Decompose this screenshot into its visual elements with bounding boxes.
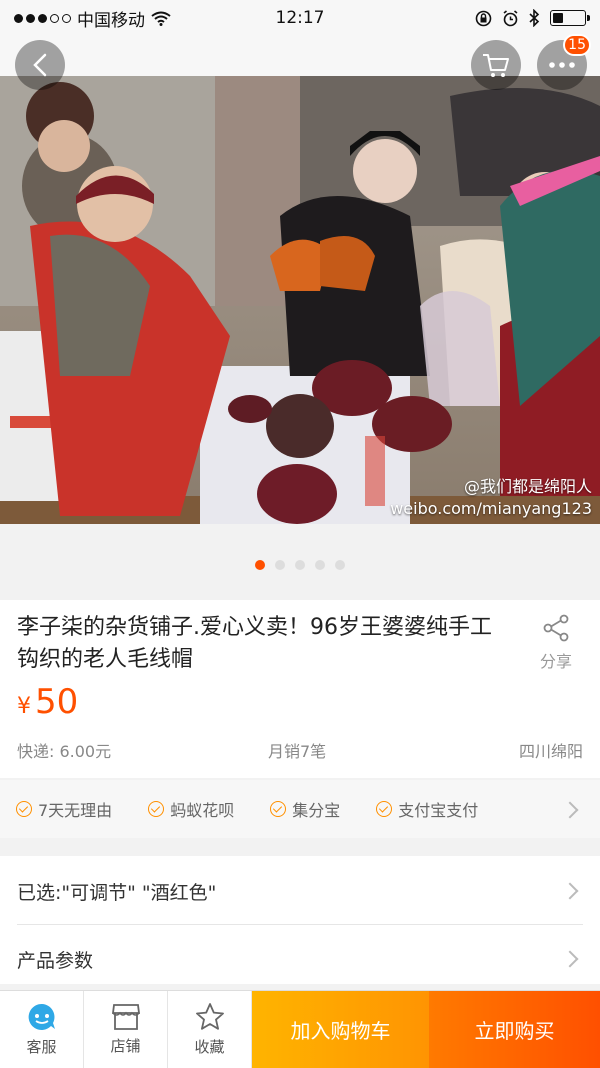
alarm-icon xyxy=(503,9,518,26)
carousel-dot xyxy=(335,560,345,570)
service-item: 7天无理由 xyxy=(16,797,112,821)
status-bar: 中国移动 12:17 xyxy=(0,0,600,36)
shop-icon xyxy=(111,1004,140,1030)
product-photo[interactable]: @我们都是绵阳人 weibo.com/mianyang123 xyxy=(0,76,600,524)
chevron-right-icon xyxy=(561,882,579,900)
carousel-dot xyxy=(275,560,285,570)
add-to-cart-button[interactable]: 加入购物车 xyxy=(252,991,429,1068)
service-item: 支付宝支付 xyxy=(376,797,478,821)
more-dots-icon xyxy=(549,62,575,68)
customer-service-label: 客服 xyxy=(26,1038,57,1056)
watermark-url: weibo.com/mianyang123 xyxy=(390,499,592,518)
customer-service-button[interactable]: 客服 xyxy=(0,991,84,1068)
check-circle-icon xyxy=(148,801,165,817)
service-guarantees[interactable]: 7天无理由 蚂蚁花呗 集分宝 支付宝支付 xyxy=(0,780,600,838)
signal-strength-icon xyxy=(14,13,71,23)
product-params-label: 产品参数 xyxy=(17,950,94,972)
selected-options-label: 已选:"可调节" "酒红色" xyxy=(17,882,217,904)
favorite-label: 收藏 xyxy=(194,1038,225,1056)
carousel-dot xyxy=(295,560,305,570)
currency-symbol: ¥ xyxy=(17,694,31,719)
shop-label: 店铺 xyxy=(110,1037,141,1055)
product-title: 李子柒的杂货铺子.爱心义卖！96岁王婆婆纯手工钩织的老人毛线帽 xyxy=(17,615,492,672)
carousel-dot-active xyxy=(255,560,265,570)
product-params-row[interactable]: 产品参数 xyxy=(0,925,600,984)
product-price: ¥50 xyxy=(17,682,78,722)
chat-face-icon xyxy=(28,1003,55,1030)
selected-options-row[interactable]: 已选:"可调节" "酒红色" xyxy=(0,856,600,924)
carousel-dot xyxy=(315,560,325,570)
carousel-indicator xyxy=(0,560,600,570)
service-label: 集分宝 xyxy=(292,801,341,820)
share-label: 分享 xyxy=(539,652,572,671)
buy-now-button[interactable]: 立即购买 xyxy=(429,991,600,1068)
carrier-name: 中国移动 xyxy=(77,10,145,31)
options-card: 已选:"可调节" "酒红色" 产品参数 xyxy=(0,856,600,984)
shipping-fee: 快递: 6.00元 xyxy=(17,742,112,761)
status-right xyxy=(475,9,590,27)
check-circle-icon xyxy=(16,801,32,817)
rotation-lock-icon xyxy=(475,10,492,26)
service-label: 蚂蚁花呗 xyxy=(170,801,235,820)
favorite-button[interactable]: 收藏 xyxy=(168,991,252,1068)
monthly-sales: 月销7笔 xyxy=(268,742,327,761)
chevron-right-icon xyxy=(561,950,579,968)
share-icon xyxy=(543,614,569,642)
service-item: 蚂蚁花呗 xyxy=(148,797,234,821)
status-left: 中国移动 xyxy=(14,6,171,31)
check-circle-icon xyxy=(376,801,393,817)
bluetooth-icon xyxy=(529,9,540,27)
cart-button[interactable] xyxy=(471,40,521,90)
chevron-right-icon xyxy=(561,801,579,819)
star-icon xyxy=(195,1003,224,1030)
wifi-icon xyxy=(151,11,171,26)
shop-button[interactable]: 店铺 xyxy=(84,991,168,1068)
seller-location: 四川绵阳 xyxy=(518,742,583,761)
product-photo-scene xyxy=(0,76,600,524)
service-label: 支付宝支付 xyxy=(398,801,479,820)
price-value: 50 xyxy=(35,682,79,722)
chevron-left-icon xyxy=(33,53,47,77)
watermark-handle: @我们都是绵阳人 xyxy=(463,477,592,496)
back-button[interactable] xyxy=(15,40,65,90)
share-button[interactable]: 分享 xyxy=(528,614,584,672)
service-label: 7天无理由 xyxy=(38,801,113,820)
cart-icon xyxy=(483,54,509,77)
battery-icon xyxy=(550,10,590,26)
notification-badge: 15 xyxy=(563,34,591,56)
service-item: 集分宝 xyxy=(270,797,340,821)
photo-watermark: @我们都是绵阳人 weibo.com/mianyang123 xyxy=(390,476,592,520)
check-circle-icon xyxy=(270,801,287,817)
more-button[interactable]: 15 xyxy=(537,34,591,90)
bottom-action-bar: 客服 店铺 收藏 加入购物车 立即购买 xyxy=(0,990,600,1068)
product-info-card: 李子柒的杂货铺子.爱心义卖！96岁王婆婆纯手工钩织的老人毛线帽 分享 ¥50 快… xyxy=(0,600,600,778)
